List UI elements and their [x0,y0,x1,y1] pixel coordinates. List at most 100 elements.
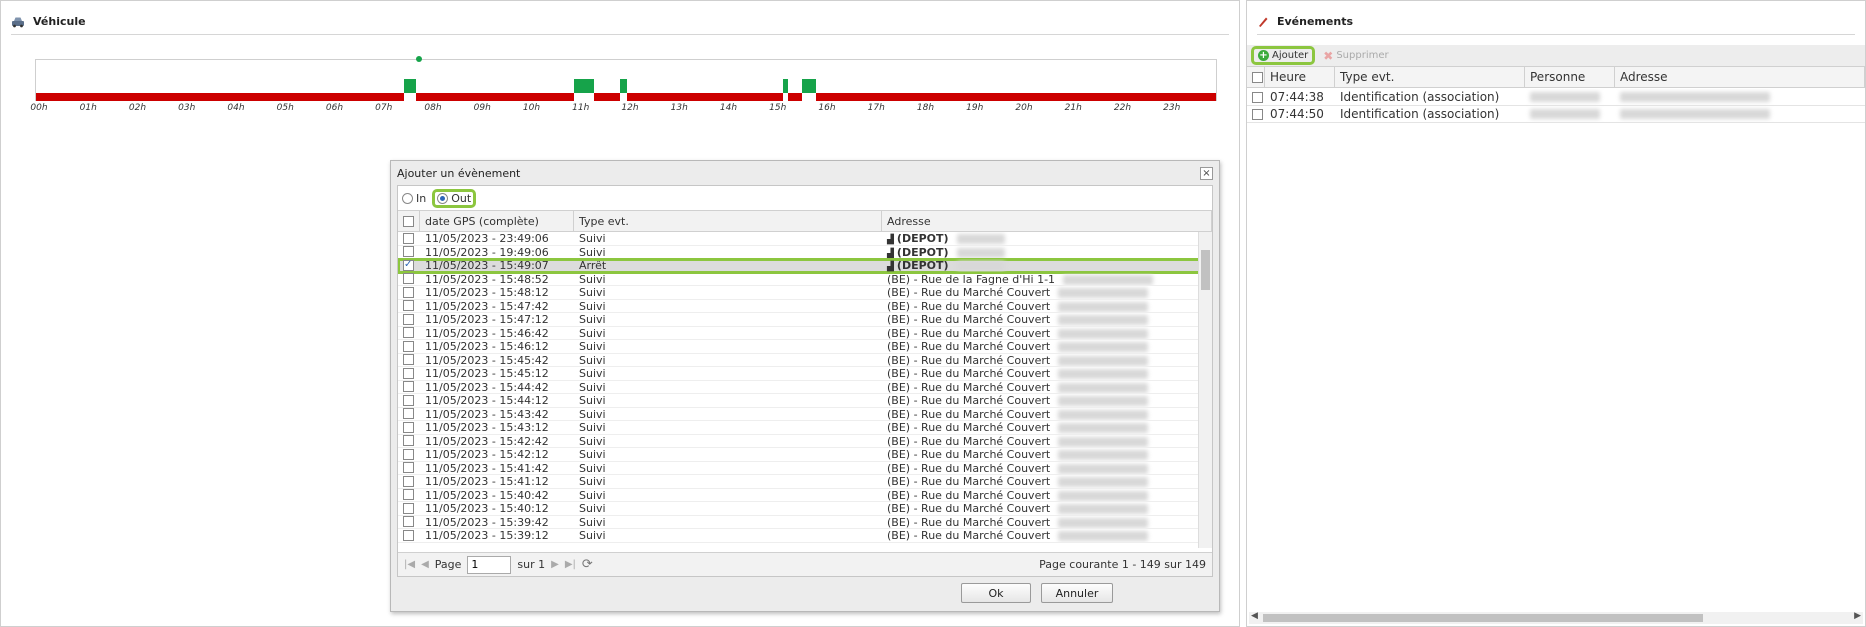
grid-row[interactable]: 11/05/2023 - 15:42:12 Suivi (BE) - Rue du … [398,448,1212,462]
next-page-icon[interactable]: ▶ [551,559,559,570]
grid-row[interactable]: 11/05/2023 - 15:41:12 Suivi (BE) - Rue du … [398,475,1212,489]
prev-page-icon[interactable]: ◀ [421,559,429,570]
grid-row[interactable]: 11/05/2023 - 19:49:06 Suivi ▟ (DEPOT) [398,246,1212,259]
grid-row[interactable]: 11/05/2023 - 15:43:42 Suivi (BE) - Rue du … [398,408,1212,421]
row-checkbox[interactable] [403,408,414,420]
grid-row[interactable]: 11/05/2023 - 15:40:42 Suivi (BE) - Rue du … [398,489,1212,502]
row-checkbox[interactable] [403,394,414,406]
row-address-cell: (BE) - Rue du Marché Couvert [882,381,1192,393]
grid-row[interactable]: 11/05/2023 - 15:47:12 Suivi (BE) - Rue du … [398,313,1212,327]
events-horizontal-scrollbar[interactable]: ◀ ▶ [1249,611,1863,624]
last-page-icon[interactable]: ▶| [565,559,576,570]
grid-row[interactable]: 11/05/2023 - 15:47:42 Suivi (BE) - Rue du … [398,300,1212,313]
row-checkbox[interactable] [403,489,414,501]
event-person [1525,106,1615,122]
event-checkbox[interactable] [1252,108,1263,120]
redacted-block [1620,109,1770,119]
events-select-all-checkbox[interactable] [1252,71,1263,83]
col-header-address[interactable]: Adresse [882,211,1212,231]
row-checkbox[interactable] [403,300,414,312]
grid-row[interactable]: 11/05/2023 - 15:46:12 Suivi (BE) - Rue du … [398,340,1212,354]
row-checkbox[interactable] [403,502,414,514]
grid-row[interactable]: 11/05/2023 - 15:44:42 Suivi (BE) - Rue du … [398,381,1212,394]
grid-row[interactable]: 11/05/2023 - 15:42:42 Suivi (BE) - Rue du … [398,435,1212,448]
col-header-event-type[interactable]: Type evt. [1335,67,1525,87]
scrollbar-thumb[interactable] [1201,250,1210,290]
row-checkbox[interactable] [403,367,414,379]
grid-row[interactable]: 11/05/2023 - 23:49:06 Suivi ▟ (DEPOT) [398,232,1212,246]
grid-row[interactable]: 11/05/2023 - 15:46:42 Suivi (BE) - Rue du … [398,327,1212,340]
row-address: (BE) - Rue du Marché Couvert [887,515,1051,529]
row-checkbox[interactable] [403,475,414,487]
grid-row[interactable]: 11/05/2023 - 15:45:12 Suivi (BE) - Rue du … [398,367,1212,381]
row-checkbox[interactable] [403,462,414,474]
radio-out-circle[interactable] [437,192,449,204]
timeline-activity-segment[interactable] [783,79,788,93]
col-header-time[interactable]: Heure [1265,67,1335,87]
ok-button[interactable]: Ok [961,583,1031,603]
add-button[interactable]: + Ajouter [1251,46,1316,65]
event-row[interactable]: 07:44:38 Identification (association) [1247,89,1865,106]
scroll-right-icon[interactable]: ▶ [1854,611,1861,621]
events-panel-header: Evénements [1257,9,1855,35]
row-date: 11/05/2023 - 15:41:12 [425,475,549,488]
first-page-icon[interactable]: |◀ [404,559,415,570]
refresh-icon[interactable]: ⟳ [582,557,593,572]
timeline-activity-segment[interactable] [574,79,594,93]
grid-row[interactable]: 11/05/2023 - 15:48:12 Suivi (BE) - Rue du … [398,286,1212,300]
col-header-event-address[interactable]: Adresse [1615,67,1865,87]
cancel-button[interactable]: Annuler [1041,583,1113,603]
row-checkbox[interactable] [403,327,414,339]
grid-row[interactable]: 11/05/2023 - 15:39:42 Suivi (BE) - Rue du … [398,515,1212,529]
row-checkbox[interactable] [403,286,414,298]
delete-button[interactable]: ✖ Supprimer [1319,48,1392,64]
row-checkbox[interactable] [403,340,414,352]
grid-row[interactable]: 11/05/2023 - 15:41:42 Suivi (BE) - Rue du … [398,462,1212,475]
grid-row[interactable]: 11/05/2023 - 15:43:12 Suivi (BE) - Rue du … [398,421,1212,435]
timeline-activity-segment[interactable] [404,79,416,93]
grid-row[interactable]: 11/05/2023 - 15:44:12 Suivi (BE) - Rue du … [398,394,1212,408]
hscroll-thumb[interactable] [1263,614,1703,622]
event-checkbox[interactable] [1252,91,1263,103]
row-date: 11/05/2023 - 15:40:12 [425,502,549,515]
grid-row[interactable]: 11/05/2023 - 15:49:07 Arrêt ▟(DEPOT) [398,258,1212,274]
grid-row[interactable]: 11/05/2023 - 15:39:12 Suivi (BE) - Rue du … [398,529,1212,543]
scroll-left-icon[interactable]: ◀ [1251,611,1258,621]
row-checkbox[interactable] [403,448,414,460]
grid-row[interactable]: 11/05/2023 - 15:40:12 Suivi (BE) - Rue du … [398,502,1212,516]
row-address: (BE) - Rue du Marché Couvert [887,448,1051,461]
col-header-type[interactable]: Type evt. [574,211,882,231]
redacted-block [1058,288,1149,298]
row-checkbox[interactable] [403,246,414,258]
radio-in[interactable]: In [402,192,426,205]
grid-row[interactable]: 11/05/2023 - 15:48:52 Suivi (BE) - Rue de … [398,272,1212,286]
row-checkbox[interactable] [403,273,414,285]
grid-vertical-scrollbar[interactable] [1198,232,1212,548]
col-header-date[interactable]: date GPS (complète) [420,211,574,231]
row-checkbox[interactable] [403,313,414,325]
row-address-cell: (BE) - Rue du Marché Couvert [882,515,1192,529]
row-checkbox[interactable] [403,421,414,433]
row-checkbox[interactable] [403,259,414,271]
dialog-body: In Out date GPS (complète) Type evt. Adr… [397,185,1213,577]
grid-row[interactable]: 11/05/2023 - 15:45:42 Suivi (BE) - Rue du … [398,354,1212,367]
timeline-activity-segment[interactable] [620,79,627,93]
row-checkbox[interactable] [403,435,414,447]
row-checkbox[interactable] [403,381,414,393]
row-checkbox[interactable] [403,354,414,366]
activity-timeline[interactable] [35,56,1217,101]
row-checkbox[interactable] [403,529,414,541]
redacted-block [1058,315,1149,325]
page-number-input[interactable] [467,555,512,574]
row-checkbox[interactable] [403,516,414,528]
radio-out[interactable]: Out [432,188,477,208]
close-icon[interactable]: × [1200,166,1213,180]
col-header-person[interactable]: Personne [1525,67,1615,87]
redacted-block [1058,490,1149,501]
radio-in-circle[interactable] [402,192,413,204]
select-all-checkbox[interactable] [403,215,414,227]
row-address: (BE) - Rue de la Fagne d'Hi 1-1 [887,272,1056,286]
timeline-activity-segment[interactable] [802,79,816,93]
row-checkbox[interactable] [403,232,414,244]
event-row[interactable]: 07:44:50 Identification (association) [1247,106,1865,123]
